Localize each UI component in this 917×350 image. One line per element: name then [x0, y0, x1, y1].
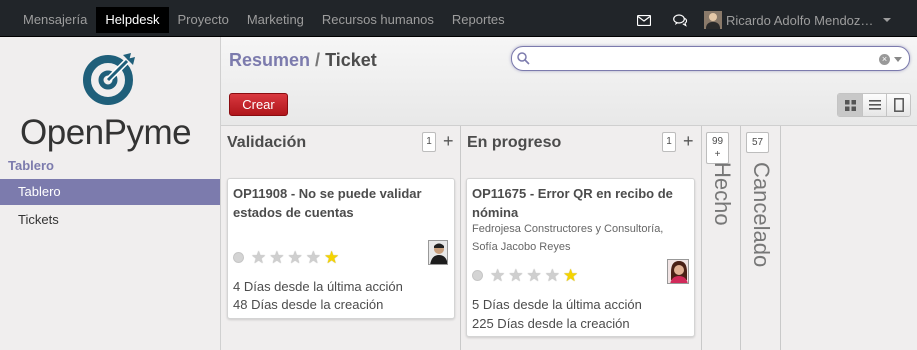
star-icon[interactable]: ★ [306, 249, 321, 266]
breadcrumb: Resumen / Ticket [229, 50, 377, 71]
star-icon[interactable]: ★ [563, 267, 578, 284]
list-view-icon[interactable] [862, 94, 886, 116]
search-options-chevron-icon[interactable] [894, 57, 902, 62]
search-box[interactable]: × [511, 46, 910, 71]
breadcrumb-separator: / [315, 50, 321, 70]
add-card-icon[interactable]: + [683, 131, 694, 151]
kanban-board: Validación 1 + OP11908 - No se puede val… [221, 126, 917, 350]
column-count-badge: 1 [662, 132, 676, 152]
column-title[interactable]: Validación [227, 134, 306, 152]
card-contact: Sofía Jacobo Reyes [472, 241, 571, 253]
menu-proyecto[interactable]: Proyecto [169, 7, 238, 33]
folded-column-title: Hecho [710, 162, 735, 226]
menu-helpdesk[interactable]: Helpdesk [96, 7, 169, 33]
kanban-column-cancelado-folded[interactable]: 57 Cancelado [741, 126, 781, 350]
menu-reportes[interactable]: Reportes [443, 7, 514, 33]
star-icon[interactable]: ★ [545, 267, 560, 284]
star-icon[interactable]: ★ [288, 249, 303, 266]
avatar [667, 259, 689, 284]
envelope-icon[interactable] [630, 7, 658, 33]
folded-count: 99 + [711, 136, 724, 160]
folded-column-title: Cancelado [749, 162, 774, 268]
sidebar: OpenPyme Tablero Tablero Tickets [0, 37, 221, 350]
star-icon[interactable]: ★ [508, 267, 523, 284]
kanban-column-validacion: Validación 1 + OP11908 - No se puede val… [221, 126, 461, 350]
column-count-badge: 99 + [706, 132, 729, 164]
star-icon[interactable]: ★ [269, 249, 284, 266]
star-icon[interactable]: ★ [324, 249, 339, 266]
chevron-down-icon [883, 18, 892, 22]
status-dot-icon[interactable] [233, 252, 244, 263]
kanban-column-hecho-folded[interactable]: 99 + Hecho [702, 126, 741, 350]
status-dot-icon[interactable] [472, 270, 483, 281]
control-panel: Resumen / Ticket × Crear [221, 37, 917, 126]
creation-age-text: 225 Días desde la creación [472, 316, 630, 331]
column-title[interactable]: En progreso [467, 134, 561, 152]
card-title: OP11908 - No se puede validar estados de… [233, 186, 422, 220]
user-menu[interactable]: Ricardo Adolfo Mendoz… [704, 11, 892, 29]
priority-widget[interactable]: ★ ★ ★ ★ ★ [472, 267, 581, 284]
star-icon[interactable]: ★ [490, 267, 505, 284]
search-icon [517, 52, 530, 65]
form-view-icon[interactable] [886, 94, 910, 116]
avatar [704, 11, 722, 29]
user-name: Ricardo Adolfo Mendoz… [726, 12, 874, 28]
star-icon[interactable]: ★ [251, 249, 266, 266]
last-action-text: 4 Días desde la última acción [233, 279, 403, 294]
add-card-icon[interactable]: + [443, 131, 454, 151]
menu-marketing[interactable]: Marketing [238, 7, 313, 33]
menu-mensajeria[interactable]: Mensajería [14, 7, 96, 33]
view-switcher [837, 93, 911, 117]
top-navbar: Mensajería Helpdesk Proyecto Marketing R… [0, 0, 917, 37]
last-action-text: 5 Días desde la última acción [472, 297, 642, 312]
card-title: OP11675 - Error QR en recibo de nómina [472, 186, 673, 220]
company-logo: OpenPyme [0, 49, 220, 152]
kanban-card[interactable]: OP11675 - Error QR en recibo de nómina F… [466, 178, 695, 337]
target-logo-icon [83, 53, 135, 105]
systray: Ricardo Adolfo Mendoz… [630, 7, 892, 33]
create-button[interactable]: Crear [229, 93, 288, 116]
breadcrumb-current: Ticket [325, 50, 377, 70]
breadcrumb-resumen[interactable]: Resumen [229, 50, 310, 70]
avatar [428, 240, 448, 265]
chat-bubbles-icon[interactable] [666, 7, 694, 33]
logo-wordmark: OpenPyme [20, 113, 192, 152]
column-count-badge: 57 [746, 132, 769, 153]
sidebar-item-tickets[interactable]: Tickets [0, 207, 220, 233]
app-menu: Mensajería Helpdesk Proyecto Marketing R… [14, 7, 514, 33]
menu-recursos-humanos[interactable]: Recursos humanos [313, 7, 443, 33]
search-input[interactable] [534, 50, 864, 68]
kanban-card[interactable]: OP11908 - No se puede validar estados de… [227, 178, 455, 319]
star-icon[interactable]: ★ [527, 267, 542, 284]
column-count-badge: 1 [422, 132, 436, 152]
sidebar-item-tablero[interactable]: Tablero [0, 179, 220, 205]
kanban-view-icon[interactable] [838, 94, 862, 116]
clear-search-icon[interactable]: × [879, 54, 890, 65]
creation-age-text: 48 Días desde la creación [233, 297, 384, 312]
card-customer: Fedrojesa Constructores y Consultoría, [472, 223, 664, 235]
kanban-column-en-progreso: En progreso 1 + OP11675 - Error QR en re… [461, 126, 702, 350]
priority-widget[interactable]: ★ ★ ★ ★ ★ [233, 249, 342, 266]
sidebar-section-title: Tablero [8, 158, 54, 173]
